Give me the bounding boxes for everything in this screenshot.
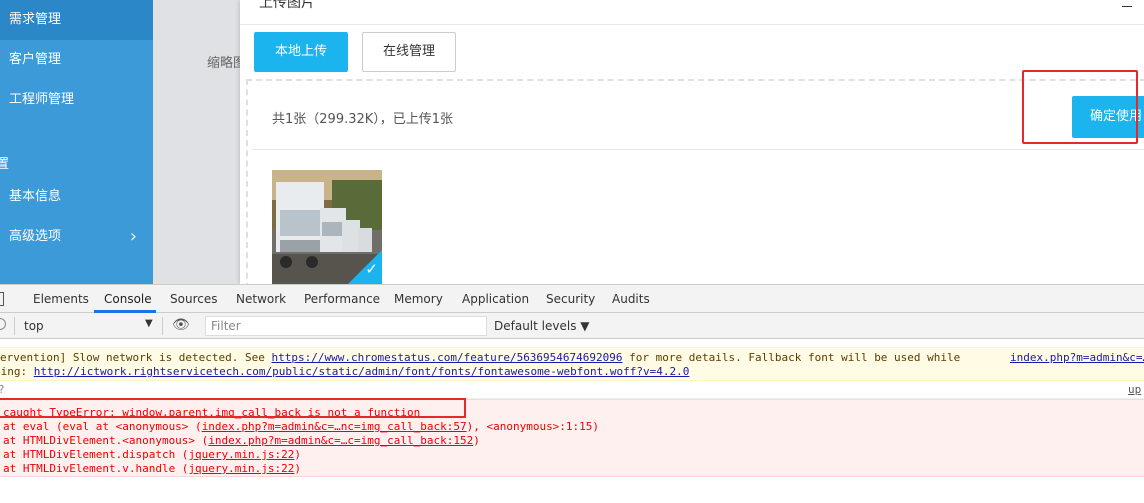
eye-icon[interactable]: 👁	[172, 317, 190, 333]
row-arrow-icon: ?	[0, 383, 5, 396]
uploaded-image-thumbnail[interactable]: ✓	[272, 170, 382, 284]
stack-line: at HTMLDivElement.<anonymous> (index.php…	[3, 434, 480, 447]
sidebar-item-customers[interactable]: 客户管理	[0, 40, 153, 80]
warning-text: ervention] Slow network is detected. See	[0, 351, 272, 364]
console-toolbar: top ▼ 👁 Filter Default levels ▼	[0, 313, 1144, 339]
console-row: ? up	[0, 381, 1144, 399]
warning-text: for more details. Fallback font will be …	[622, 351, 961, 364]
tab-audits[interactable]: Audits	[612, 292, 650, 306]
tab-sources[interactable]: Sources	[170, 292, 217, 306]
stack-link[interactable]: jquery.min.js:22	[188, 448, 294, 461]
stack-text: )	[473, 434, 480, 447]
chevron-right-icon: ›	[129, 226, 137, 247]
warning-text: ding:	[0, 365, 28, 378]
tab-security[interactable]: Security	[546, 292, 595, 306]
sidebar-item-label: 需求管理	[9, 12, 62, 27]
sidebar-item-basic-info[interactable]: 基本信息	[0, 177, 153, 217]
context-selector[interactable]: top	[24, 319, 44, 333]
sidebar-item-advanced[interactable]: 高级选项 ›	[0, 217, 153, 257]
tab-console[interactable]: Console	[104, 292, 152, 306]
highlight-error-box	[0, 398, 466, 418]
stack-text: )	[294, 462, 302, 475]
console-warning: ervention] Slow network is detected. See…	[0, 347, 1144, 381]
modal-header: 上传图片	[240, 0, 1144, 25]
device-toggle-icon[interactable]	[0, 292, 4, 306]
console-output: ervention] Slow network is detected. See…	[0, 339, 1144, 503]
stack-text: ), <anonymous>:1:15)	[466, 420, 600, 433]
sidebar-item-label: 客户管理	[9, 52, 62, 67]
sidebar-item-label: 基本信息	[9, 189, 62, 204]
devtools-panel: Elements Console Sources Network Perform…	[0, 284, 1144, 503]
caret-down-icon[interactable]: ▼	[145, 318, 153, 329]
modal-title: 上传图片	[259, 0, 315, 11]
filter-placeholder: Filter	[211, 319, 241, 333]
screen: 需求管理 客户管理 工程师管理 置 基本信息 高级选项 › 缩略图 上传图片 本…	[0, 0, 1144, 503]
tab-application[interactable]: Application	[462, 292, 529, 306]
stack-line: at HTMLDivElement.dispatch (jquery.min.j…	[3, 448, 301, 461]
stack-text: at HTMLDivElement.v.handle (	[3, 462, 189, 475]
highlight-confirm-box	[1022, 70, 1138, 144]
sidebar-item-engineers[interactable]: 工程师管理	[0, 80, 153, 120]
upload-image-modal: 上传图片 本地上传 在线管理 共1张（299.32K），已上传1张 确定使用 ✓	[240, 0, 1144, 284]
toolbar-separator	[162, 317, 163, 335]
toolbar-separator	[14, 317, 15, 335]
stack-text: )	[294, 448, 302, 461]
font-url-link[interactable]: http://ictwork.rightservicetech.com/publ…	[34, 365, 690, 378]
sidebar-item-demand[interactable]: 需求管理	[0, 0, 153, 40]
tab-elements[interactable]: Elements	[33, 292, 89, 306]
tab-memory[interactable]: Memory	[394, 292, 443, 306]
sidebar-item-label: 高级选项	[9, 229, 62, 244]
warning-source-link[interactable]: index.php?m=admin&c=…	[1010, 351, 1144, 364]
divider	[252, 149, 1144, 150]
warning-line: ervention] Slow network is detected. See…	[0, 351, 960, 364]
stack-text: at HTMLDivElement.<anonymous> (	[3, 434, 209, 447]
filter-input[interactable]: Filter	[205, 316, 487, 336]
devtools-tabbar: Elements Console Sources Network Perform…	[0, 285, 1144, 313]
log-levels-dropdown[interactable]: Default levels ▼	[494, 319, 590, 333]
stack-link[interactable]: index.php?m=admin&c=…nc=img_call_back:57	[202, 420, 467, 433]
tab-network[interactable]: Network	[236, 292, 286, 306]
sidebar: 需求管理 客户管理 工程师管理 置 基本信息 高级选项 ›	[0, 0, 153, 284]
clear-console-icon[interactable]	[0, 318, 6, 330]
tab-performance[interactable]: Performance	[304, 292, 380, 306]
local-upload-button[interactable]: 本地上传	[254, 32, 348, 72]
row-source-link[interactable]: up	[1128, 383, 1141, 396]
online-manage-button[interactable]: 在线管理	[362, 32, 456, 72]
upload-summary: 共1张（299.32K），已上传1张	[272, 112, 454, 127]
stack-text: at HTMLDivElement.dispatch (	[3, 448, 189, 461]
minimize-icon[interactable]	[1122, 6, 1132, 7]
warning-line: ding: http://ictwork.rightservicetech.co…	[0, 365, 689, 378]
sidebar-item-label: 工程师管理	[9, 92, 75, 107]
chromestatus-link[interactable]: https://www.chromestatus.com/feature/563…	[272, 351, 623, 364]
sidebar-group-label: 置	[0, 157, 10, 172]
checkmark-icon: ✓	[365, 260, 378, 278]
stack-line: at eval (eval at <anonymous> (index.php?…	[3, 420, 599, 433]
stack-link[interactable]: index.php?m=admin&c=…c=img_call_back:152	[208, 434, 473, 447]
stack-link[interactable]: jquery.min.js:22	[188, 462, 294, 475]
stack-line: at HTMLDivElement.v.handle (jquery.min.j…	[3, 462, 301, 475]
stack-text: at eval (eval at <anonymous> (	[3, 420, 202, 433]
